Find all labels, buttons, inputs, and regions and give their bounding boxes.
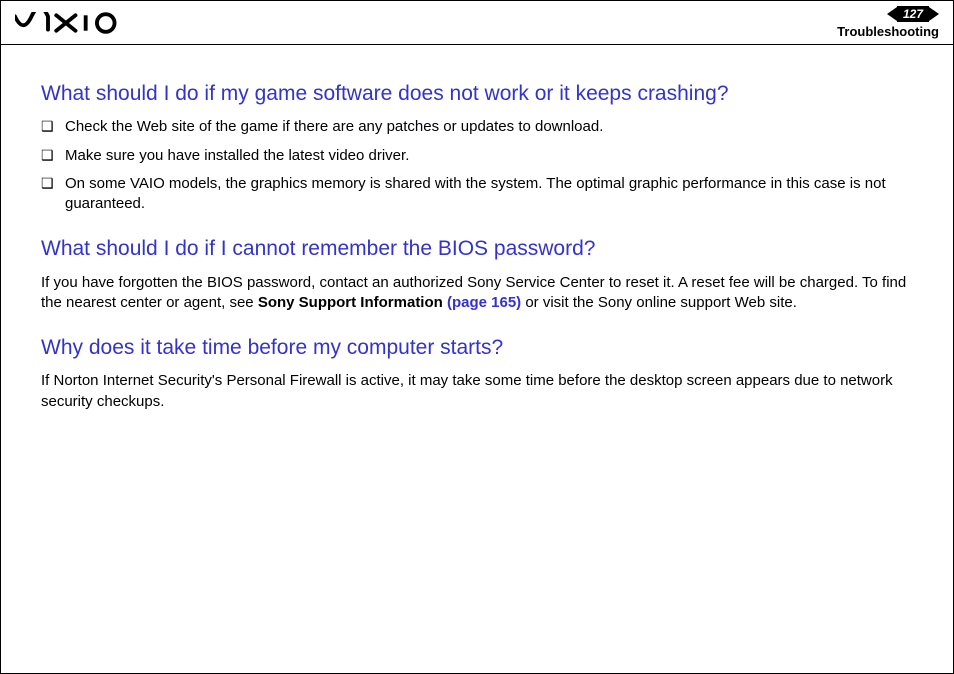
page-number: 127 [897,6,929,22]
page: 127 Troubleshooting What should I do if … [0,0,954,674]
prev-page-arrow-icon[interactable] [887,7,897,21]
header-right: 127 Troubleshooting [837,6,939,39]
page-content: What should I do if my game software doe… [1,45,953,412]
list-item: ❑Make sure you have installed the latest… [41,146,921,166]
question-1-bullets: ❑Check the Web site of the game if there… [41,117,921,214]
square-bullet-icon: ❑ [41,146,65,166]
square-bullet-icon: ❑ [41,117,65,137]
list-item: ❑Check the Web site of the game if there… [41,117,921,137]
support-info-label: Sony Support Information [258,294,447,311]
vaio-logo-svg [15,12,125,34]
question-1-title: What should I do if my game software doe… [41,81,921,107]
question-2-title: What should I do if I cannot remember th… [41,236,921,262]
square-bullet-icon: ❑ [41,174,65,194]
page-number-badge[interactable]: 127 [887,6,939,22]
page-header: 127 Troubleshooting [1,1,953,45]
question-3-paragraph: If Norton Internet Security's Personal F… [41,371,921,412]
body-text: or visit the Sony online support Web sit… [521,294,797,311]
next-page-arrow-icon[interactable] [929,7,939,21]
page-reference-link[interactable]: (page 165) [447,294,521,311]
question-3-title: Why does it take time before my computer… [41,335,921,361]
section-label: Troubleshooting [837,24,939,39]
question-2-paragraph: If you have forgotten the BIOS password,… [41,273,921,314]
vaio-logo [15,12,125,34]
list-item: ❑On some VAIO models, the graphics memor… [41,174,921,215]
